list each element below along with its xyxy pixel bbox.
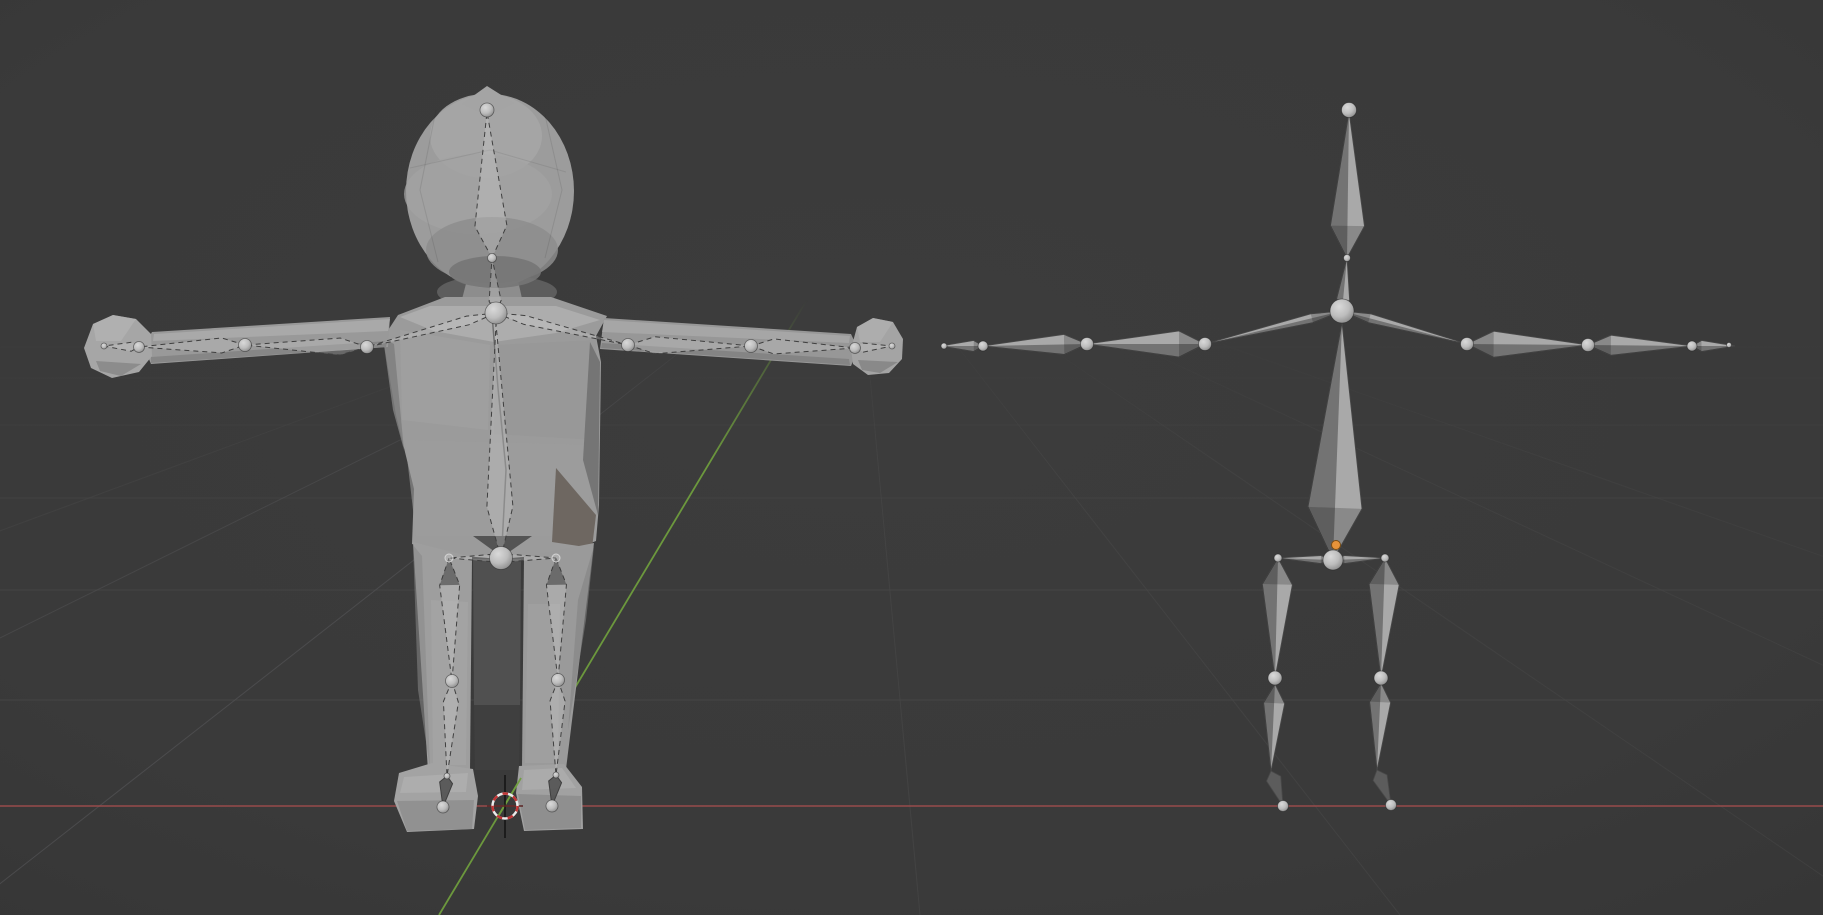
- joint-foot-tip-l[interactable]: [1278, 801, 1289, 812]
- joint-shoulder-l[interactable]: [1199, 338, 1212, 351]
- joint-chest[interactable]: [485, 302, 507, 324]
- joint-wrist-l[interactable]: [978, 341, 988, 351]
- joint-hip-l[interactable]: [445, 554, 453, 562]
- joint-shoulder-r[interactable]: [622, 339, 635, 352]
- viewport-background: [0, 0, 1823, 915]
- joint-shoulder-l[interactable]: [361, 341, 374, 354]
- joint-hand-tip-r[interactable]: [1727, 343, 1732, 348]
- joint-hand-tip-r[interactable]: [889, 343, 895, 349]
- joint-elbow-r[interactable]: [1582, 339, 1595, 352]
- joint-ankle-l[interactable]: [444, 773, 450, 779]
- joint-knee-r[interactable]: [1374, 671, 1388, 685]
- foot-left-front: [397, 800, 474, 831]
- blender-3d-viewport[interactable]: [0, 0, 1823, 915]
- joint-elbow-r[interactable]: [745, 340, 758, 353]
- joint-wrist-l[interactable]: [134, 342, 145, 353]
- joint-hand-tip-l[interactable]: [941, 343, 947, 349]
- object-origin[interactable]: [1332, 541, 1341, 550]
- joint-head-top[interactable]: [1342, 103, 1357, 118]
- joint-foot-tip-r[interactable]: [1386, 800, 1397, 811]
- joint-hip-r[interactable]: [552, 554, 560, 562]
- joint-pelvis[interactable]: [1323, 550, 1343, 570]
- joint-knee-l[interactable]: [446, 675, 459, 688]
- joint-neck[interactable]: [1344, 255, 1351, 262]
- torso-chest-left: [400, 330, 490, 430]
- between-legs-upper: [473, 559, 521, 705]
- between-legs-lower: [474, 705, 520, 770]
- joint-pelvis[interactable]: [490, 547, 513, 570]
- joint-hip-r[interactable]: [1381, 554, 1389, 562]
- joint-elbow-l[interactable]: [1081, 338, 1094, 351]
- joint-head-top[interactable]: [480, 103, 494, 117]
- joint-wrist-r[interactable]: [1687, 341, 1697, 351]
- viewport-canvas[interactable]: [0, 0, 1823, 915]
- joint-shoulder-r[interactable]: [1461, 338, 1474, 351]
- joint-hip-l[interactable]: [1274, 554, 1282, 562]
- joint-elbow-l[interactable]: [239, 339, 252, 352]
- joint-foot-tip-l[interactable]: [437, 801, 449, 813]
- joint-foot-tip-r[interactable]: [546, 800, 558, 812]
- joint-knee-r[interactable]: [552, 674, 565, 687]
- joint-wrist-r[interactable]: [850, 343, 861, 354]
- joint-neck[interactable]: [488, 254, 497, 263]
- joint-ankle-r[interactable]: [553, 772, 559, 778]
- foot-right-front: [518, 794, 581, 830]
- joint-hand-tip-l[interactable]: [101, 343, 107, 349]
- joint-chest[interactable]: [1330, 299, 1354, 323]
- joint-knee-l[interactable]: [1268, 671, 1282, 685]
- torso-chest-right: [494, 340, 597, 440]
